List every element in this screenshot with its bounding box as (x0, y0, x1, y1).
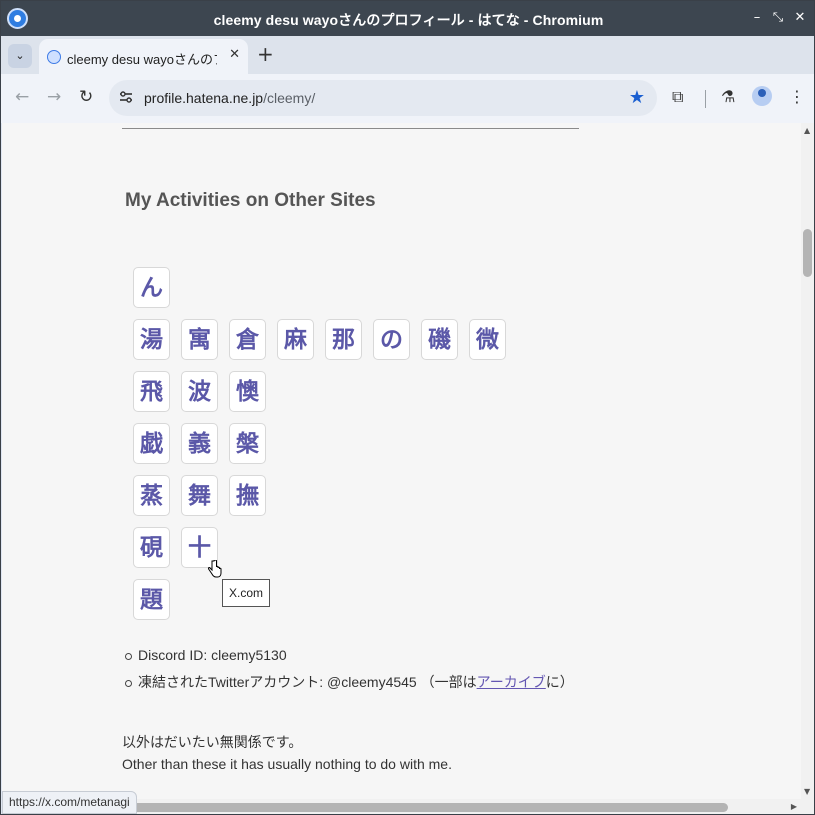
scroll-down-arrow[interactable]: ▼ (804, 787, 810, 796)
activity-link-tile[interactable]: 撫 (229, 475, 266, 516)
toolbar: ← → ↻ profile.hatena.ne.jp/cleemy/ ★ ⧉ ⚗… (1, 74, 814, 123)
hand-cursor-icon (208, 560, 222, 578)
archive-link[interactable]: アーカイブ (477, 674, 546, 690)
favicon-icon (47, 50, 61, 64)
section-divider (122, 128, 579, 129)
twitter-account-suffix: に） (545, 674, 574, 690)
activity-link-tile[interactable]: 題 (133, 579, 170, 620)
url-host: profile.hatena.ne.jp (144, 90, 264, 106)
list-item: 凍結されたTwitterアカウント: @cleemy4545 （一部はアーカイブ… (123, 670, 574, 697)
tab-list-icon[interactable]: ⌄ (8, 44, 32, 68)
activity-link-tile[interactable]: 麻 (277, 319, 314, 360)
twitter-account-text: 凍結されたTwitterアカウント: @cleemy4545 （一部は (138, 674, 477, 690)
vertical-scrollbar[interactable]: ▲ ▼ (801, 123, 814, 799)
activity-link-tile[interactable]: 微 (469, 319, 506, 360)
browser-window: cleemy desu wayoさんのプロフィール - はてな - Chromi… (0, 0, 815, 815)
menu-icon[interactable]: ⋮ (789, 87, 805, 106)
disclaimer-en: Other than these it has usually nothing … (122, 756, 452, 772)
maximize-button[interactable]: ⤡ (770, 9, 786, 27)
site-info-icon[interactable] (119, 90, 133, 108)
forward-icon[interactable]: → (47, 88, 61, 106)
page-viewport: My Activities on Other Sites ん 湯 寓 倉 麻 那… (2, 123, 801, 799)
activity-link-tile[interactable]: 舞 (181, 475, 218, 516)
activity-link-tile[interactable]: 槃 (229, 423, 266, 464)
bookmark-star-icon[interactable]: ★ (629, 87, 645, 108)
activity-link-tile[interactable]: 戯 (133, 423, 170, 464)
scroll-up-arrow[interactable]: ▲ (804, 126, 810, 135)
toolbar-divider (705, 90, 706, 108)
activity-link-tile[interactable]: ん (133, 267, 170, 308)
close-window-button[interactable]: ✕ (792, 9, 808, 27)
extensions-icon[interactable]: ⧉ (672, 87, 683, 107)
url-text: profile.hatena.ne.jp/cleemy/ (144, 90, 315, 106)
tab-title: cleemy desu wayoさんのプロフ (67, 52, 217, 67)
activity-link-tile[interactable]: 湯 (133, 319, 170, 360)
activity-link-tile[interactable]: の (373, 319, 410, 360)
activity-link-tile[interactable]: 懊 (229, 371, 266, 412)
activity-link-tile[interactable]: 蒸 (133, 475, 170, 516)
activity-link-tile[interactable]: 倉 (229, 319, 266, 360)
scroll-right-arrow[interactable]: ▶ (791, 802, 797, 811)
profile-icon[interactable] (752, 86, 772, 106)
window-title: cleemy desu wayoさんのプロフィール - はてな - Chromi… (213, 12, 604, 28)
title-bar: cleemy desu wayoさんのプロフィール - はてな - Chromi… (1, 1, 814, 36)
activity-link-tile[interactable]: 磯 (421, 319, 458, 360)
address-bar[interactable]: profile.hatena.ne.jp/cleemy/ ★ (109, 80, 657, 116)
section-heading: My Activities on Other Sites (125, 190, 376, 211)
new-tab-button[interactable]: + (257, 44, 274, 64)
activity-link-tile[interactable]: 飛 (133, 371, 170, 412)
tab-active[interactable]: cleemy desu wayoさんのプロフ ✕ (39, 39, 248, 74)
activity-link-tile[interactable]: 硯 (133, 527, 170, 568)
disclaimer-ja: 以外はだいたい無関係です。 (122, 734, 303, 750)
back-icon[interactable]: ← (15, 88, 29, 106)
reload-icon[interactable]: ↻ (79, 88, 93, 106)
contact-list: Discord ID: cleemy5130 凍結されたTwitterアカウント… (123, 643, 574, 697)
status-bubble: https://x.com/metanagi (2, 791, 137, 814)
activity-link-tile[interactable]: 波 (181, 371, 218, 412)
activity-link-tile[interactable]: 義 (181, 423, 218, 464)
url-path: /cleemy/ (263, 90, 316, 106)
link-tooltip: X.com (222, 579, 271, 607)
activity-link-tile[interactable]: 那 (325, 319, 362, 360)
close-icon[interactable]: ✕ (229, 47, 240, 62)
activity-link-tile[interactable]: 寓 (181, 319, 218, 360)
vertical-scroll-thumb[interactable] (803, 229, 812, 277)
labs-icon[interactable]: ⚗ (721, 87, 735, 106)
list-item: Discord ID: cleemy5130 (123, 643, 574, 670)
tab-strip: ⌄ cleemy desu wayoさんのプロフ ✕ + (1, 36, 814, 74)
minimize-button[interactable]: – (749, 9, 765, 27)
discord-id-text: Discord ID: cleemy5130 (138, 647, 287, 663)
